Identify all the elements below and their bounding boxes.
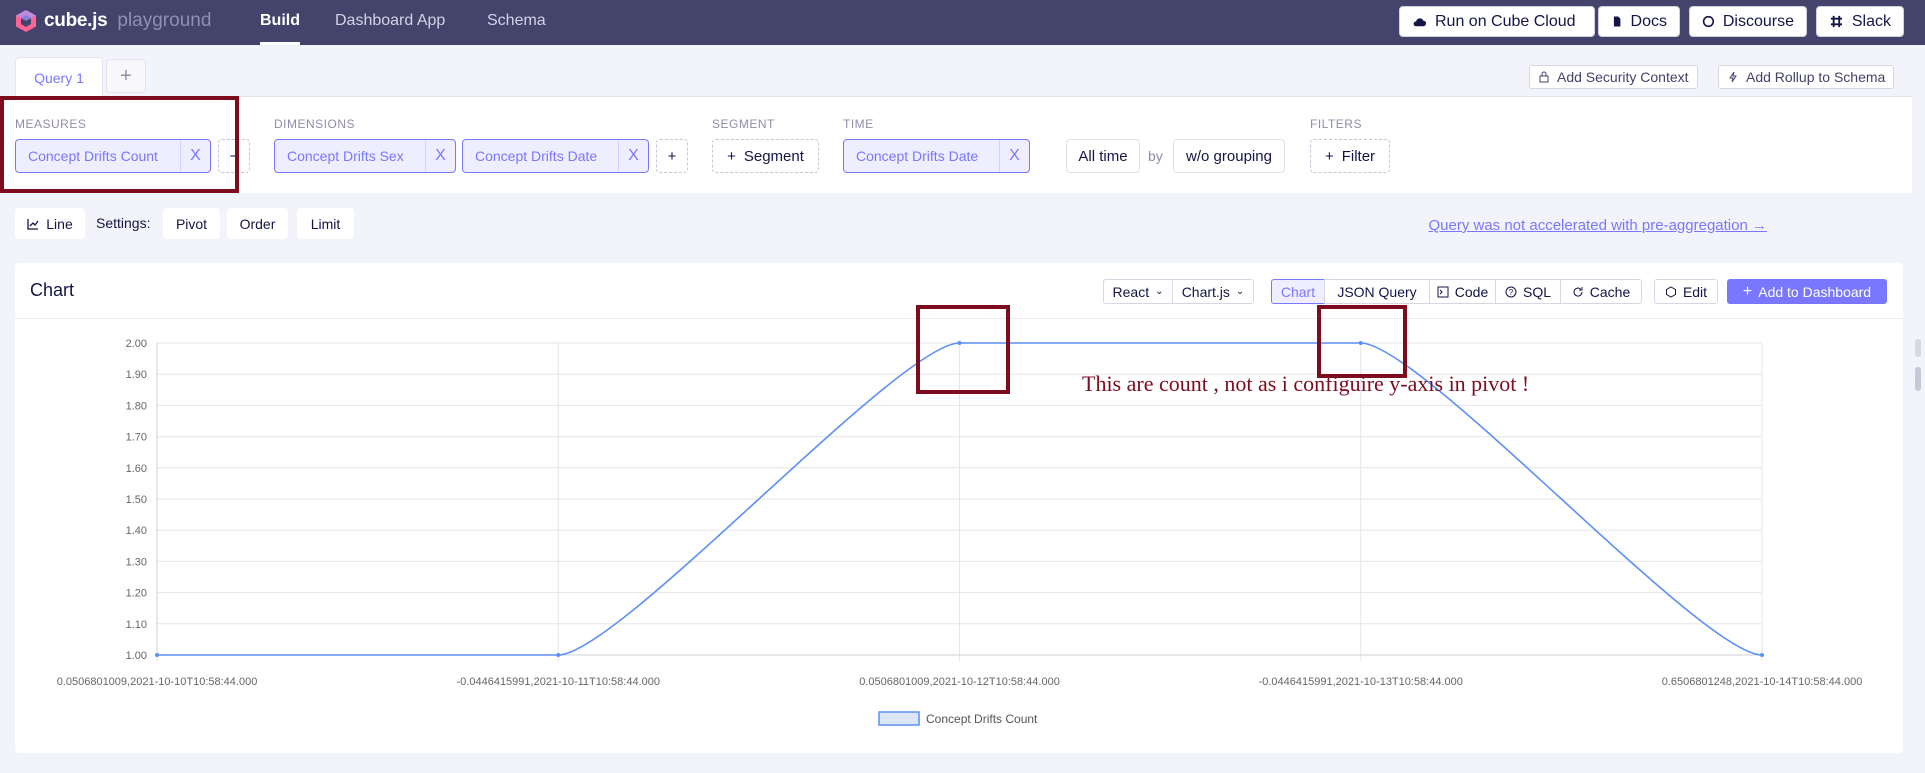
annotation-text: This are count , not as i configuire y-a… bbox=[1082, 371, 1530, 396]
slack-button[interactable]: Slack bbox=[1816, 6, 1904, 37]
docs-button[interactable]: Docs bbox=[1598, 6, 1680, 37]
dimension-pill-date[interactable]: Concept Drifts Date X bbox=[462, 139, 649, 173]
plus-icon: + bbox=[727, 147, 736, 165]
nav-tab-build[interactable]: Build bbox=[260, 0, 300, 45]
y-tick-label: 1.60 bbox=[126, 463, 147, 475]
x-tick-label: 0.0506801009,2021-10-12T10:58:44.000 bbox=[859, 676, 1060, 688]
remove-time-dimension-icon[interactable]: X bbox=[999, 140, 1029, 172]
brand-sub: playground bbox=[117, 10, 212, 31]
chat-bubble-icon bbox=[1702, 15, 1715, 28]
chart-type-select[interactable]: Line bbox=[15, 208, 85, 239]
slack-label: Slack bbox=[1851, 12, 1891, 30]
scrollbar-thumb-secondary[interactable] bbox=[1915, 339, 1921, 357]
brand-name: cube.js bbox=[44, 10, 108, 31]
plus-icon: + bbox=[1324, 147, 1334, 165]
settings-label: Settings: bbox=[96, 215, 151, 231]
x-tick-label: -0.0446415991,2021-10-13T10:58:44.000 bbox=[1259, 676, 1463, 688]
add-security-context-label: Add Security Context bbox=[1557, 69, 1689, 85]
cube-logo-icon bbox=[16, 10, 36, 32]
filters-label: FILTERS bbox=[1310, 117, 1362, 131]
time-label: TIME bbox=[843, 117, 874, 131]
page-scrollbar[interactable] bbox=[1912, 45, 1925, 773]
add-rollup-button[interactable]: Add Rollup to Schema bbox=[1718, 65, 1895, 89]
dimension-pill-label: Concept Drifts Sex bbox=[287, 148, 404, 164]
x-tick-label: -0.0446415991,2021-10-11T10:58:44.000 bbox=[457, 676, 660, 688]
nav-tab-schema[interactable]: Schema bbox=[487, 0, 546, 45]
time-dimension-pill[interactable]: Concept Drifts Date X bbox=[843, 139, 1030, 173]
x-tick-label: 0.6506801248,2021-10-14T10:58:44.000 bbox=[1662, 676, 1863, 688]
data-point bbox=[155, 653, 159, 657]
discourse-label: Discourse bbox=[1722, 12, 1794, 30]
lock-icon bbox=[1539, 71, 1549, 83]
chart-card: Chart React ⌄ Chart.js ⌄ Chart JSON Quer… bbox=[15, 263, 1903, 753]
limit-button[interactable]: Limit bbox=[297, 208, 354, 239]
granularity-select[interactable]: w/o grouping bbox=[1173, 139, 1285, 173]
order-button[interactable]: Order bbox=[227, 208, 288, 239]
y-tick-label: 1.70 bbox=[126, 432, 147, 444]
y-tick-label: 1.40 bbox=[126, 525, 147, 537]
add-filter-button[interactable]: + Filter bbox=[1310, 139, 1390, 173]
add-segment-button[interactable]: + Segment bbox=[712, 139, 819, 173]
add-security-context-button[interactable]: Add Security Context bbox=[1529, 65, 1698, 89]
data-point bbox=[1760, 653, 1764, 657]
settings-row: Line Settings: Pivot Order Limit Query w… bbox=[0, 193, 1925, 263]
document-icon bbox=[1613, 16, 1621, 27]
y-tick-label: 1.00 bbox=[126, 650, 147, 662]
legend-swatch bbox=[878, 711, 920, 726]
docs-label: Docs bbox=[1630, 12, 1667, 30]
segment-label: SEGMENT bbox=[712, 117, 775, 131]
annotation-highlight-measures bbox=[0, 96, 239, 193]
y-tick-label: 1.20 bbox=[126, 588, 147, 600]
plus-icon: + bbox=[667, 147, 677, 165]
run-on-cube-cloud-label: Run on Cube Cloud bbox=[1435, 12, 1576, 30]
remove-dimension-date-icon[interactable]: X bbox=[618, 140, 648, 172]
filter-button-label: Filter bbox=[1341, 147, 1376, 165]
segment-button-label: Segment bbox=[743, 147, 804, 165]
discourse-button[interactable]: Discourse bbox=[1689, 6, 1807, 37]
y-tick-label: 2.00 bbox=[126, 338, 147, 350]
pivot-button[interactable]: Pivot bbox=[163, 208, 220, 239]
y-tick-label: 1.30 bbox=[126, 556, 147, 568]
query-tab-1[interactable]: Query 1 bbox=[15, 57, 103, 97]
time-dimension-label: Concept Drifts Date bbox=[856, 148, 979, 164]
add-query-tab-button[interactable]: + bbox=[106, 59, 146, 93]
add-dimension-button[interactable]: + bbox=[656, 139, 688, 173]
cloud-icon bbox=[1413, 18, 1427, 27]
pre-aggregation-link[interactable]: Query was not accelerated with pre-aggre… bbox=[1428, 217, 1767, 234]
lightning-icon bbox=[1729, 71, 1737, 83]
date-range-select[interactable]: All time bbox=[1066, 139, 1140, 173]
add-rollup-label: Add Rollup to Schema bbox=[1746, 69, 1886, 85]
y-tick-label: 1.90 bbox=[126, 369, 147, 381]
by-label: by bbox=[1148, 148, 1163, 164]
query-tabs-row: Query 1 + Add Security Context Add Rollu… bbox=[0, 45, 1925, 97]
x-tick-label: 0.0506801009,2021-10-10T10:58:44.000 bbox=[57, 676, 258, 688]
remove-dimension-sex-icon[interactable]: X bbox=[425, 140, 455, 172]
data-point bbox=[556, 653, 561, 657]
top-nav-bar: cube.js playground Build Dashboard App S… bbox=[0, 0, 1925, 45]
line-chart-icon bbox=[27, 218, 39, 230]
chart-type-label: Line bbox=[46, 215, 73, 232]
annotation-highlight-peak-2 bbox=[1317, 305, 1407, 378]
y-tick-label: 1.50 bbox=[126, 494, 147, 506]
dimensions-label: DIMENSIONS bbox=[274, 117, 356, 131]
run-on-cube-cloud-button[interactable]: Run on Cube Cloud bbox=[1399, 6, 1595, 37]
scrollbar-thumb[interactable] bbox=[1915, 367, 1921, 391]
logo[interactable]: cube.js playground bbox=[14, 9, 211, 33]
slack-icon bbox=[1830, 15, 1843, 28]
y-tick-label: 1.80 bbox=[126, 400, 147, 412]
nav-tab-dashboard-app[interactable]: Dashboard App bbox=[335, 0, 445, 45]
legend-label: Concept Drifts Count bbox=[926, 712, 1038, 726]
dimension-pill-label: Concept Drifts Date bbox=[475, 148, 598, 164]
annotation-highlight-peak-1 bbox=[916, 305, 1010, 394]
y-tick-label: 1.10 bbox=[126, 619, 147, 631]
query-builder: MEASURES Concept Drifts Count X − DIMENS… bbox=[0, 97, 1925, 193]
dimension-pill-sex[interactable]: Concept Drifts Sex X bbox=[274, 139, 456, 173]
